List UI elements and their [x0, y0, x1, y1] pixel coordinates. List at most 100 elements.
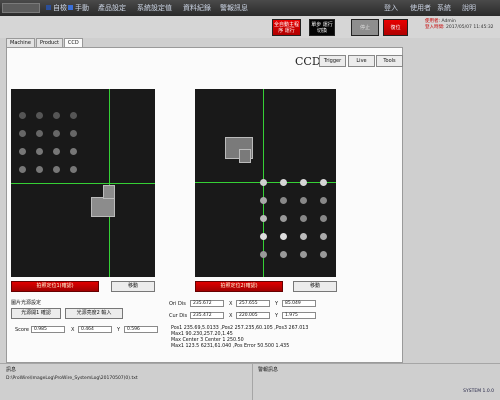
ori-x-label: X [229, 301, 233, 307]
measurement-results: Pos1 235.69,5.0133 ,Pos2 257.235,60.105 … [171, 326, 351, 350]
light-settings-title: 圖片光源設定 [11, 300, 42, 306]
menu-item-product-settings[interactable]: 產品設定 [98, 3, 126, 13]
x-label: X [71, 327, 75, 333]
pad-marker [320, 215, 327, 222]
pad-marker [300, 197, 307, 204]
ccd-panel: CCD Trigger Live Tools 拍照定位1(確認) 移動 圖片光源… [6, 47, 403, 363]
result-line: Max1 123.5 6231,61.040 ,Pos Error 50.500… [171, 344, 290, 349]
menu-item-data-log[interactable]: 資料紀錄 [183, 3, 211, 13]
pad-marker [300, 179, 307, 186]
app-logo-icon [2, 3, 40, 13]
pad-marker [19, 166, 26, 173]
pad-marker [53, 130, 60, 137]
status-vertical-divider [252, 364, 253, 400]
pad-marker [300, 251, 307, 258]
pad-marker [280, 215, 287, 222]
pad-marker [70, 130, 77, 137]
cur-y-label: Y [275, 313, 279, 319]
pad-marker [36, 166, 43, 173]
toolbar: 全自動主程序 運行 單步 運行切換 停止 復位 使用者: Admin 登入時間:… [0, 16, 500, 38]
pad-marker [320, 251, 327, 258]
ori-dis-label: Ori Dis [169, 301, 186, 307]
step-run-button[interactable]: 單步 運行切換 [309, 19, 335, 36]
move-left-button[interactable]: 移動 [111, 281, 155, 292]
version-label: SYSTEM 1.0.0 [463, 389, 494, 394]
menu-item-manual[interactable]: 手動 [68, 3, 89, 13]
pad-marker [280, 251, 287, 258]
move-right-button[interactable]: 移動 [293, 281, 337, 292]
message-title: 訊息 [6, 367, 17, 373]
score-label: Score [15, 327, 30, 333]
ori-y-field: 85.049 [282, 300, 316, 307]
tools-button[interactable]: Tools [376, 55, 403, 67]
help-menu[interactable]: 說明 [462, 3, 476, 13]
pad-marker [280, 179, 287, 186]
square-icon [68, 5, 73, 10]
menu-item-alarm-messages[interactable]: 警報訊息 [220, 3, 248, 13]
login-menu[interactable]: 登入 [384, 3, 398, 13]
system-menu[interactable]: 系統 [437, 3, 451, 13]
cur-x-label: X [229, 313, 233, 319]
menu-bar: 自檢 手動 產品設定 系統設定值 資料紀錄 警報訊息 登入 使用者 系統 說明 [0, 0, 500, 16]
menu-item-label: 自檢 [53, 4, 67, 12]
score-field: 0.985 [31, 326, 65, 333]
pad-marker [280, 233, 287, 240]
ori-x-field: 257.655 [236, 300, 270, 307]
pad-marker [300, 215, 307, 222]
pad-marker [320, 179, 327, 186]
cur-y-field: 1.975 [282, 312, 316, 319]
pad-marker [70, 148, 77, 155]
square-icon [46, 5, 51, 10]
stop-button[interactable]: 停止 [351, 19, 379, 36]
pad-marker [19, 112, 26, 119]
pad-marker [53, 166, 60, 173]
log-path: D:\ProWire\ImageLog\ProWire_SystemLog\20… [6, 376, 138, 381]
app-window: 自檢 手動 產品設定 系統設定值 資料紀錄 警報訊息 登入 使用者 系統 說明 … [0, 0, 500, 400]
live-button[interactable]: Live [348, 55, 375, 67]
auto-run-button[interactable]: 全自動主程序 運行 [272, 19, 301, 36]
light-confirm-button[interactable]: 光源開1 確認 [11, 308, 61, 319]
capture-left-button[interactable]: 拍照定位1(確認) [11, 281, 99, 292]
pad-marker [53, 148, 60, 155]
pad-marker [260, 233, 267, 240]
crosshair-horizontal [11, 183, 155, 184]
trigger-button[interactable]: Trigger [319, 55, 346, 67]
camera-view-left[interactable] [11, 89, 155, 277]
pad-marker [53, 112, 60, 119]
pad-marker [260, 215, 267, 222]
camera-view-right[interactable] [195, 89, 336, 277]
pad-marker [70, 112, 77, 119]
ccd-title: CCD [295, 55, 321, 68]
menu-item-system-settings[interactable]: 系統設定值 [137, 3, 172, 13]
pad-marker [36, 148, 43, 155]
y-field: 0.596 [124, 326, 158, 333]
cur-dis-field: 235.472 [190, 312, 224, 319]
pad-marker [320, 233, 327, 240]
pad-marker [19, 130, 26, 137]
tab-product[interactable]: Product [35, 38, 63, 47]
y-label: Y [117, 327, 121, 333]
menu-item-self-check[interactable]: 自檢 [46, 3, 67, 13]
pad-marker [300, 233, 307, 240]
tab-ccd[interactable]: CCD [63, 38, 83, 47]
x-field: 0.464 [78, 326, 112, 333]
cur-dis-label: Cur Dis [169, 313, 188, 319]
light-brightness-button[interactable]: 光源亮度2 輸入 [65, 308, 123, 319]
pad-marker [70, 166, 77, 173]
pad-marker [36, 130, 43, 137]
reset-button[interactable]: 復位 [383, 19, 408, 36]
pad-marker [320, 197, 327, 204]
chip-target [239, 149, 251, 163]
pad-marker [280, 197, 287, 204]
pad-marker [36, 112, 43, 119]
pad-marker [19, 148, 26, 155]
tab-bar: Machine Product CCD [6, 38, 84, 47]
cur-x-field: 220.005 [236, 312, 270, 319]
alarm-title: 警報訊息 [258, 367, 279, 373]
chip-target [103, 185, 115, 199]
chip-target [91, 197, 115, 217]
user-menu[interactable]: 使用者 [410, 3, 431, 13]
ori-dis-field: 235.672 [190, 300, 224, 307]
capture-right-button[interactable]: 拍照定位2(確認) [195, 281, 283, 292]
tab-machine[interactable]: Machine [6, 38, 35, 47]
